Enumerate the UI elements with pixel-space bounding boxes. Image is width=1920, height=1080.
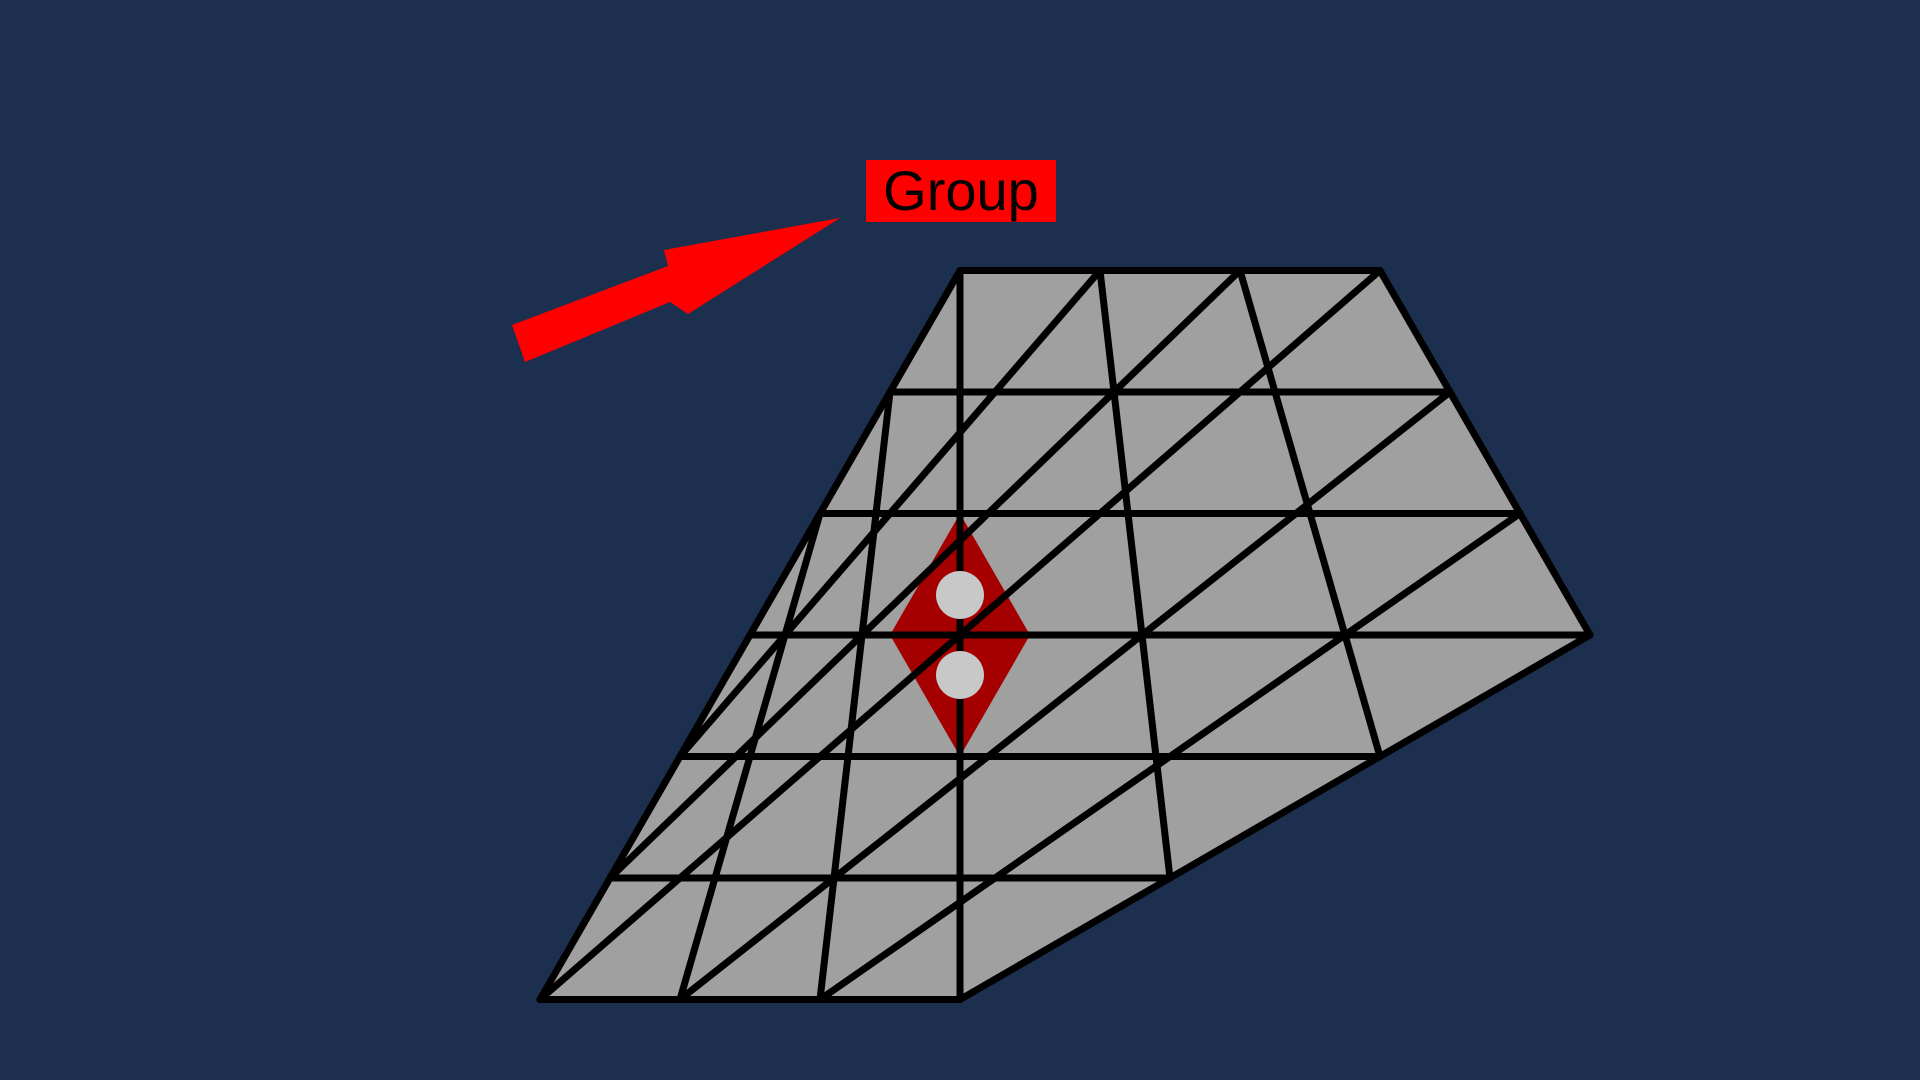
game-stage: Group: [0, 0, 1920, 1080]
piece-marker[interactable]: [936, 651, 984, 699]
group-label: Group: [866, 159, 1056, 222]
group-label-text: Group: [883, 159, 1039, 222]
piece-marker[interactable]: [936, 571, 984, 619]
